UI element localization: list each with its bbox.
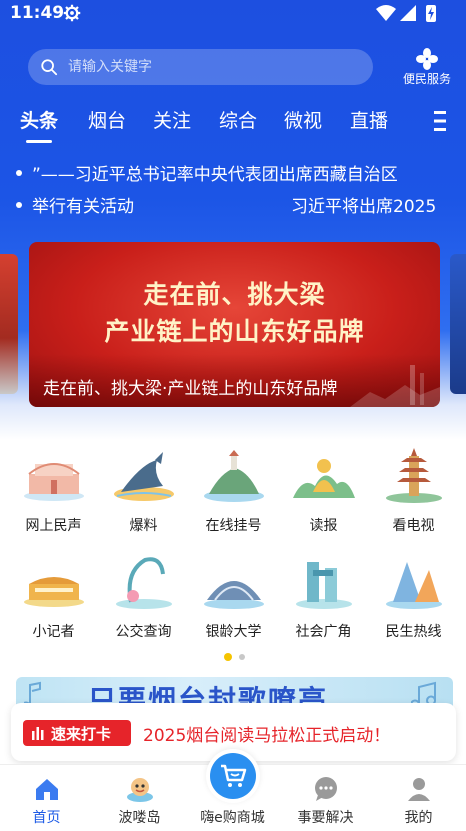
- building-icon: [24, 463, 84, 501]
- ticker-row: ”——习近平总书记率中央代表团出席西藏自治区: [0, 160, 466, 188]
- grid-item-watch-tv[interactable]: 看电视: [367, 444, 460, 544]
- banner-headline: 走在前、挑大梁: [143, 280, 326, 309]
- pager-dot[interactable]: [239, 654, 245, 660]
- status-bar: 11:49: [0, 0, 466, 28]
- grid-label: 公交查询: [115, 624, 172, 640]
- grid-pager: [0, 653, 466, 661]
- feature-grid: 网上民声 爆料 在线挂号 读报 看电视 小记者 公交查询 银龄大学 社会广角 民…: [0, 440, 466, 650]
- mascot-icon: [127, 778, 153, 802]
- grid-label: 在线挂号: [205, 518, 262, 534]
- stadium-icon: [24, 577, 84, 607]
- grid-item-social-angle[interactable]: 社会广角: [277, 550, 370, 650]
- nav-mine[interactable]: 我的: [372, 765, 465, 831]
- nav-bolou-island[interactable]: 波喽岛: [93, 765, 186, 831]
- nav-label: 波喽岛: [118, 810, 161, 826]
- shopping-cart-icon: [221, 764, 247, 787]
- grid-item-online-registration[interactable]: 在线挂号: [187, 444, 280, 544]
- tab-general[interactable]: 综合: [219, 106, 257, 133]
- grid-label: 银龄大学: [205, 624, 262, 640]
- dome-icon: [204, 581, 264, 609]
- bottom-nav: 首页 波喽岛 嗨e购商城 事要解决 我的: [0, 749, 466, 831]
- landmark-silhouette-icon: [350, 365, 440, 407]
- ticker-text: 举行有关活动: [32, 197, 134, 217]
- grid-item-online-voice[interactable]: 网上民声: [7, 444, 100, 544]
- banner-caption: 走在前、挑大梁·产业链上的山东好品牌: [43, 379, 338, 399]
- nav-label: 我的: [404, 810, 433, 826]
- tab-micro-video[interactable]: 微视: [284, 106, 322, 133]
- nav-home[interactable]: 首页: [0, 765, 93, 831]
- banner-next-peek[interactable]: [450, 254, 466, 394]
- status-icons: [376, 5, 436, 22]
- status-time: 11:49: [10, 3, 65, 23]
- banner-prev-peek[interactable]: [0, 254, 18, 394]
- ticker-bullet: [16, 170, 22, 176]
- nav-shop[interactable]: 嗨e购商城: [186, 749, 279, 831]
- ticker-row: 举行有关活动 习近平将出席2025: [0, 192, 466, 220]
- tab-follow[interactable]: 关注: [153, 106, 191, 133]
- grid-label: 网上民声: [25, 518, 82, 534]
- towers-icon: [296, 562, 352, 609]
- user-icon: [408, 778, 430, 801]
- grid-label: 小记者: [32, 624, 75, 640]
- grid-label: 民生热线: [385, 624, 442, 640]
- grid-four-icon: [416, 48, 438, 70]
- sail-building-icon: [386, 562, 442, 609]
- tab-live[interactable]: 直播: [350, 106, 388, 133]
- sculpture-icon: [116, 557, 172, 609]
- gear-icon: [63, 4, 81, 22]
- tab-yantai[interactable]: 烟台: [88, 106, 126, 133]
- grid-item-little-reporter[interactable]: 小记者: [7, 550, 100, 650]
- menu-icon[interactable]: [434, 110, 446, 132]
- grid-label: 爆料: [129, 518, 158, 534]
- pagoda-icon: [386, 448, 442, 503]
- signal-icon: [400, 5, 416, 21]
- news-ticker[interactable]: ”——习近平总书记率中央代表团出席西藏自治区 举行有关活动 习近平将出席2025: [0, 158, 466, 222]
- grid-item-bus-query[interactable]: 公交查询: [97, 550, 190, 650]
- pager-dot-active[interactable]: [224, 653, 232, 661]
- ticker-bullet: [16, 202, 22, 208]
- chat-bubble-icon: [315, 777, 337, 801]
- buddha-icon: [293, 459, 355, 498]
- app-screen: 11:49 请输入关键字 便民服务 头条 烟台 关注 综合 微视 直播 ”——习…: [0, 0, 466, 831]
- home-icon: [36, 779, 58, 800]
- grid-item-senior-university[interactable]: 银龄大学: [187, 550, 280, 650]
- grid-item-read-paper[interactable]: 读报: [277, 444, 370, 544]
- search-box[interactable]: [28, 49, 373, 85]
- bar-chart-icon: [32, 727, 44, 740]
- search-icon: [41, 59, 58, 76]
- grid-item-livelihood-hotline[interactable]: 民生热线: [367, 550, 460, 650]
- services-button[interactable]: 便民服务: [396, 46, 458, 88]
- shop-circle: [210, 753, 256, 799]
- banner-carousel[interactable]: 走在前、挑大梁 产业链上的山东好品牌 走在前、挑大梁·产业链上的山东好品牌: [0, 242, 466, 408]
- tab-headlines[interactable]: 头条: [20, 106, 58, 133]
- ticker-text: ”——习近平总书记率中央代表团出席西藏自治区: [32, 165, 398, 185]
- ticker-text: 习近平将出席2025: [291, 197, 437, 217]
- island-icon: [204, 450, 264, 502]
- notice-badge: 速来打卡: [23, 720, 131, 746]
- grid-label: 读报: [309, 518, 338, 534]
- nav-label: 事要解决: [297, 810, 354, 826]
- services-label: 便民服务: [402, 72, 451, 86]
- active-tab-indicator: [26, 140, 52, 143]
- search-input[interactable]: [68, 49, 358, 85]
- grid-label: 社会广角: [295, 624, 352, 640]
- nav-label: 首页: [32, 810, 61, 826]
- channel-tabs: 头条 烟台 关注 综合 微视 直播: [0, 104, 466, 144]
- grid-label: 看电视: [392, 518, 435, 534]
- notice-badge-label: 速来打卡: [51, 725, 112, 743]
- banner-slide[interactable]: 走在前、挑大梁 产业链上的山东好品牌 走在前、挑大梁·产业链上的山东好品牌: [29, 242, 440, 407]
- banner-headline: 产业链上的山东好品牌: [104, 317, 365, 346]
- shop-bubble: [206, 749, 260, 803]
- nav-matters[interactable]: 事要解决: [279, 765, 372, 831]
- notice-text: 2025烟台阅读马拉松正式启动！: [143, 726, 391, 746]
- nav-label: 嗨e购商城: [200, 810, 265, 826]
- whale-icon: [114, 452, 174, 501]
- wifi-icon: [376, 5, 396, 21]
- grid-item-tip-off[interactable]: 爆料: [97, 444, 190, 544]
